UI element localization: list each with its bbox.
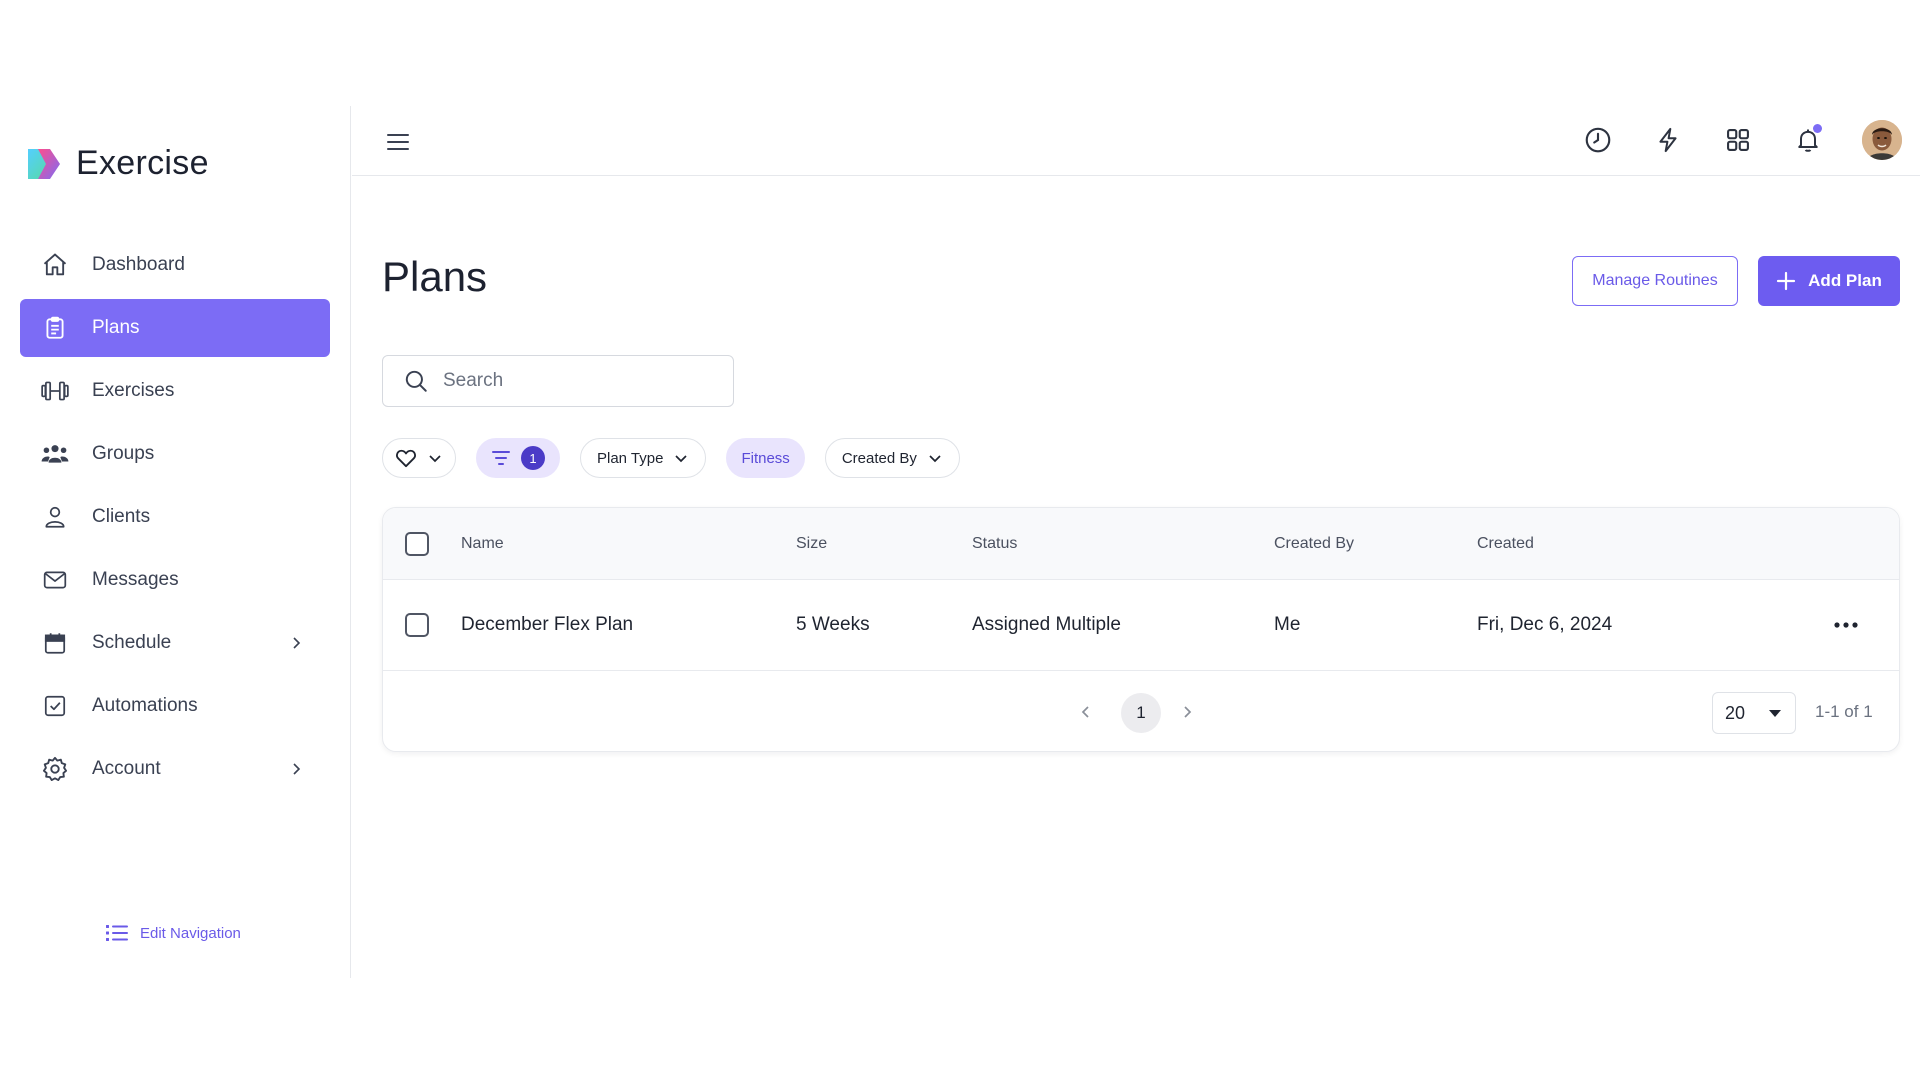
next-page-icon[interactable]	[1178, 703, 1196, 721]
search-icon	[405, 370, 427, 392]
heart-icon	[396, 449, 416, 468]
sidebar-item-groups[interactable]: Groups	[20, 425, 330, 483]
chevron-right-icon	[293, 763, 301, 775]
chevron-down-icon	[929, 455, 941, 463]
plan-status: Assigned Multiple	[972, 614, 1121, 635]
search-box	[382, 355, 734, 407]
sidebar-item-label: Account	[92, 758, 161, 779]
list-icon	[106, 925, 128, 941]
gear-icon	[40, 754, 70, 784]
sidebar-item-label: Messages	[92, 569, 179, 590]
row-checkbox[interactable]	[405, 613, 429, 637]
rows-per-page-value: 20	[1725, 702, 1746, 723]
sidebar-item-label: Schedule	[92, 632, 172, 653]
plan-created-date: Fri, Dec 6, 2024	[1477, 614, 1613, 635]
fitness-filter-chip[interactable]: Fitness	[726, 438, 805, 478]
favorites-filter[interactable]	[382, 438, 456, 478]
sidebar-item-label: Clients	[92, 506, 151, 527]
created-by-label: Created By	[841, 449, 917, 467]
plans-table: Name Size Status Created By Created Dece…	[382, 507, 1900, 752]
clipboard-icon	[40, 313, 70, 343]
filter-icon	[492, 451, 510, 465]
sidebar-item-messages[interactable]: Messages	[20, 551, 330, 609]
sidebar-item-automations[interactable]: Automations	[20, 677, 330, 735]
app-name: Exercise	[76, 144, 209, 182]
chevron-right-icon	[293, 637, 301, 649]
exercise-logo-icon	[28, 148, 60, 179]
pagination-range: 1-1 of 1	[1815, 702, 1873, 721]
mail-icon	[40, 565, 70, 595]
select-all-checkbox[interactable]	[405, 531, 429, 556]
fitness-label: Fitness	[741, 449, 790, 467]
dumbbell-icon	[40, 376, 70, 406]
bell-icon[interactable]	[1792, 124, 1824, 156]
sidebar-item-label: Automations	[92, 695, 198, 716]
sidebar-nav: Dashboard Plans Exercises Groups Clients	[20, 236, 330, 803]
chevron-down-icon	[675, 455, 688, 463]
page-number-button[interactable]: 1	[1121, 693, 1161, 733]
column-header-name[interactable]: Name	[461, 508, 504, 579]
page-title: Plans	[382, 253, 488, 300]
user-icon	[40, 502, 70, 532]
rows-per-page-select[interactable]: 20	[1712, 692, 1796, 734]
add-plan-label: Add Plan	[1808, 271, 1882, 290]
sidebar-item-dashboard[interactable]: Dashboard	[20, 236, 330, 294]
pagination: 1 20 1-1 of 1	[383, 671, 1899, 751]
plan-type-filter[interactable]: Plan Type	[580, 438, 707, 478]
sidebar-item-account[interactable]: Account	[20, 740, 330, 798]
sidebar: Exercise Dashboard Plans Exercises Group…	[0, 106, 351, 978]
home-icon	[40, 250, 70, 280]
table-header: Name Size Status Created By Created	[383, 508, 1899, 580]
avatar[interactable]	[1862, 120, 1902, 160]
column-header-created[interactable]: Created	[1477, 508, 1534, 579]
notification-dot	[1813, 124, 1822, 133]
table-row[interactable]: December Flex Plan 5 Weeks Assigned Mult…	[383, 580, 1899, 671]
add-plan-button[interactable]: Add Plan	[1758, 256, 1900, 306]
more-options-icon[interactable]	[1833, 621, 1859, 629]
chevron-down-icon	[429, 455, 441, 463]
column-header-size[interactable]: Size	[796, 508, 827, 579]
check-square-icon	[40, 691, 70, 721]
edit-navigation-link[interactable]: Edit Navigation	[106, 923, 241, 943]
plan-type-label: Plan Type	[597, 449, 664, 467]
sidebar-item-label: Exercises	[92, 380, 175, 401]
plus-icon	[1777, 271, 1796, 291]
sidebar-item-label: Dashboard	[92, 254, 185, 275]
search-input[interactable]	[443, 370, 713, 392]
column-header-status[interactable]: Status	[972, 508, 1017, 579]
plan-created-by: Me	[1274, 614, 1301, 635]
users-icon	[40, 439, 70, 469]
sidebar-item-plans[interactable]: Plans	[20, 299, 330, 357]
clock-icon[interactable]	[1582, 124, 1614, 156]
sidebar-item-clients[interactable]: Clients	[20, 488, 330, 546]
plan-size: 5 Weeks	[796, 614, 870, 635]
filter-count-badge: 1	[521, 446, 545, 470]
top-bar-actions	[1582, 120, 1902, 160]
sidebar-item-label: Plans	[92, 317, 140, 338]
caret-down-icon	[1769, 710, 1781, 717]
top-bar	[352, 106, 1920, 176]
column-header-created-by[interactable]: Created By	[1274, 508, 1354, 579]
filter-bar: 1 Plan Type Fitness Created By	[382, 438, 960, 478]
edit-navigation-label: Edit Navigation	[140, 924, 241, 942]
sidebar-item-schedule[interactable]: Schedule	[20, 614, 330, 672]
lightning-icon[interactable]	[1652, 124, 1684, 156]
calendar-icon	[40, 628, 70, 658]
previous-page-icon[interactable]	[1077, 703, 1095, 721]
manage-routines-button[interactable]: Manage Routines	[1572, 256, 1738, 306]
plan-name[interactable]: December Flex Plan	[461, 580, 633, 670]
grid-icon[interactable]	[1722, 124, 1754, 156]
sidebar-item-label: Groups	[92, 443, 155, 464]
created-by-filter[interactable]: Created By	[824, 438, 960, 478]
sidebar-item-exercises[interactable]: Exercises	[20, 362, 330, 420]
filter-toggle-button[interactable]: 1	[476, 438, 560, 478]
menu-icon[interactable]	[384, 128, 412, 156]
app-logo[interactable]: Exercise	[24, 144, 209, 183]
